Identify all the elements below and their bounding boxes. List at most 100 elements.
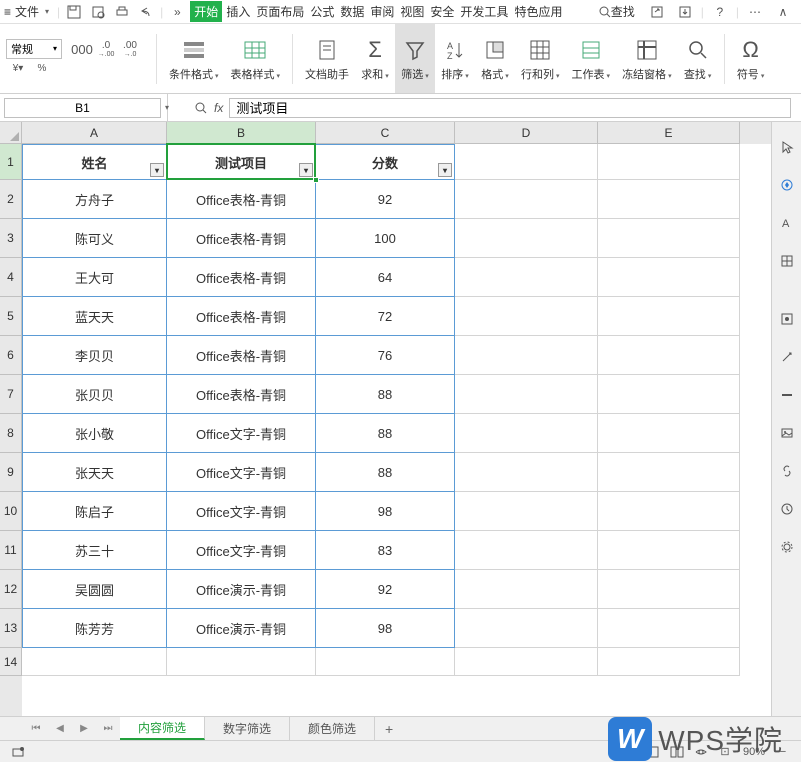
cell[interactable] <box>455 258 598 297</box>
more-icon[interactable]: » <box>168 3 186 21</box>
cell[interactable]: 姓名▾ <box>22 144 167 180</box>
link-panel-icon[interactable] <box>776 460 798 482</box>
cell[interactable] <box>598 297 740 336</box>
ellipsis-icon[interactable]: ⋯ <box>745 3 765 21</box>
cell[interactable]: 92 <box>316 570 455 609</box>
cell[interactable]: 88 <box>316 375 455 414</box>
cell[interactable] <box>598 453 740 492</box>
cell[interactable]: 张小敬 <box>22 414 167 453</box>
undo-icon[interactable] <box>137 3 155 21</box>
freeze-button[interactable]: 冻结窗格▾ <box>616 24 678 93</box>
select-all-corner[interactable] <box>0 122 22 144</box>
row-header-9[interactable]: 9 <box>0 453 22 492</box>
cell[interactable] <box>22 648 167 676</box>
cell[interactable]: Office文字-青铜 <box>167 414 316 453</box>
cell[interactable]: Office文字-青铜 <box>167 492 316 531</box>
find-button[interactable]: 查找▾ <box>678 24 718 93</box>
format-button[interactable]: 格式▾ <box>475 24 515 93</box>
sheet-nav-prev[interactable]: ◀ <box>48 717 72 740</box>
filter-button[interactable]: 筛选▾ <box>395 24 435 93</box>
fx-icon[interactable]: fx <box>214 101 223 115</box>
formula-input[interactable] <box>229 98 791 118</box>
tab-formula[interactable]: 公式 <box>308 3 336 20</box>
cell[interactable]: 76 <box>316 336 455 375</box>
tab-review[interactable]: 审阅 <box>368 3 396 20</box>
col-header-D[interactable]: D <box>455 122 598 144</box>
table-style-button[interactable]: 表格样式▾ <box>225 24 287 93</box>
cell[interactable] <box>598 414 740 453</box>
backup-panel-icon[interactable] <box>776 498 798 520</box>
cell[interactable]: Office表格-青铜 <box>167 375 316 414</box>
style-panel-icon[interactable]: A <box>776 212 798 234</box>
sheet-tab-1[interactable]: 数字筛选 <box>205 717 290 740</box>
cell[interactable]: Office表格-青铜 <box>167 336 316 375</box>
cell[interactable] <box>455 570 598 609</box>
edit-panel-icon[interactable] <box>776 346 798 368</box>
cell[interactable]: 王大可 <box>22 258 167 297</box>
cell[interactable] <box>455 144 598 180</box>
cell[interactable]: 92 <box>316 180 455 219</box>
cell[interactable] <box>167 648 316 676</box>
cell[interactable]: 88 <box>316 453 455 492</box>
export-icon[interactable] <box>675 3 695 21</box>
cell[interactable] <box>598 648 740 676</box>
add-sheet-button[interactable]: + <box>375 721 403 737</box>
cell[interactable]: 陈芳芳 <box>22 609 167 648</box>
cell[interactable]: 蓝天天 <box>22 297 167 336</box>
cell[interactable] <box>598 144 740 180</box>
doc-helper-button[interactable]: 文档助手 <box>299 24 355 93</box>
row-header-1[interactable]: 1 <box>0 144 22 180</box>
cell[interactable] <box>598 336 740 375</box>
tab-data[interactable]: 数据 <box>338 3 366 20</box>
help-icon[interactable]: ? <box>710 3 730 21</box>
sheet-nav-first[interactable]: ⏮ <box>24 717 48 740</box>
cells-area[interactable]: 姓名▾测试项目▾分数▾方舟子Office表格-青铜92陈可义Office表格-青… <box>22 144 771 716</box>
worksheet-button[interactable]: 工作表▾ <box>566 24 617 93</box>
cell[interactable]: 方舟子 <box>22 180 167 219</box>
cell[interactable]: 64 <box>316 258 455 297</box>
cell[interactable]: 分数▾ <box>316 144 455 180</box>
tab-view[interactable]: 视图 <box>398 3 426 20</box>
print-preview-icon[interactable] <box>89 3 107 21</box>
increase-decimal-icon[interactable]: .0→.00 <box>94 40 118 60</box>
cell[interactable]: Office表格-青铜 <box>167 297 316 336</box>
cell[interactable]: 100 <box>316 219 455 258</box>
tab-layout[interactable]: 页面布局 <box>254 3 306 20</box>
fill-handle[interactable] <box>313 177 319 183</box>
cell[interactable]: 张贝贝 <box>22 375 167 414</box>
cell[interactable] <box>598 258 740 297</box>
tab-start[interactable]: 开始 <box>190 1 222 22</box>
comma-style-icon[interactable]: 000 <box>70 40 94 60</box>
row-header-14[interactable]: 14 <box>0 648 22 676</box>
tab-special[interactable]: 特色应用 <box>512 3 564 20</box>
row-col-button[interactable]: 行和列▾ <box>515 24 566 93</box>
cell[interactable] <box>455 414 598 453</box>
col-header-E[interactable]: E <box>598 122 740 144</box>
cell[interactable]: Office文字-青铜 <box>167 453 316 492</box>
cell[interactable] <box>598 375 740 414</box>
col-header-A[interactable]: A <box>22 122 167 144</box>
row-header-6[interactable]: 6 <box>0 336 22 375</box>
hamburger-icon[interactable]: ≡ <box>4 5 11 19</box>
cell[interactable] <box>455 375 598 414</box>
sum-button[interactable]: Σ 求和▾ <box>355 24 395 93</box>
file-menu[interactable]: 文件 <box>15 3 39 20</box>
filter-dropdown-icon[interactable]: ▾ <box>299 163 313 177</box>
sheet-nav-last[interactable]: ⏭ <box>96 717 120 740</box>
filter-dropdown-icon[interactable]: ▾ <box>438 163 452 177</box>
record-macro-icon[interactable] <box>8 744 28 760</box>
file-dropdown-arrow[interactable]: ▾ <box>45 7 49 16</box>
properties-panel-icon[interactable] <box>776 250 798 272</box>
sheet-nav-next[interactable]: ▶ <box>72 717 96 740</box>
tab-security[interactable]: 安全 <box>428 3 456 20</box>
filter-dropdown-icon[interactable]: ▾ <box>150 163 164 177</box>
tab-insert[interactable]: 插入 <box>224 3 252 20</box>
row-header-8[interactable]: 8 <box>0 414 22 453</box>
cell[interactable] <box>598 531 740 570</box>
cell[interactable] <box>598 219 740 258</box>
row-header-5[interactable]: 5 <box>0 297 22 336</box>
col-header-B[interactable]: B <box>167 122 316 144</box>
cell[interactable] <box>455 453 598 492</box>
currency-icon[interactable]: ¥▾ <box>6 59 30 79</box>
sheet-tab-2[interactable]: 颜色筛选 <box>290 717 375 740</box>
